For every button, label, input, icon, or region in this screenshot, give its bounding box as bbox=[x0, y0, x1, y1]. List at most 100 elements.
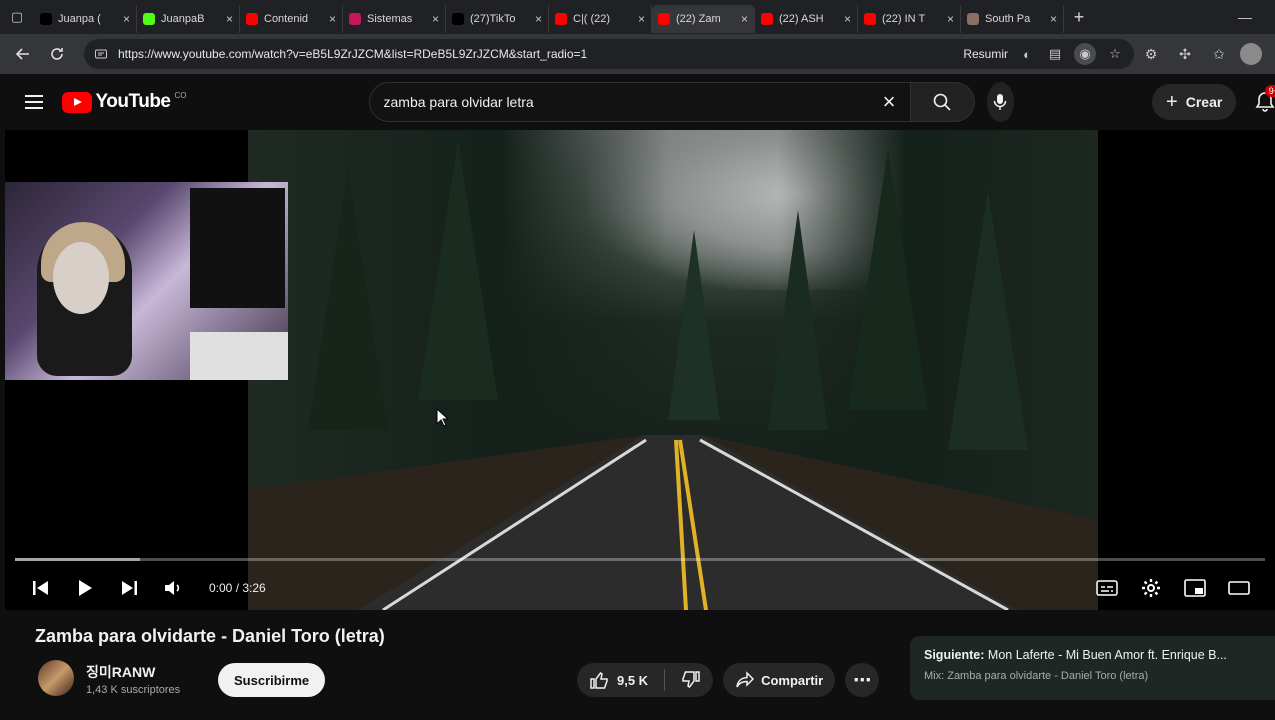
browser-tab[interactable]: C|( (22) × bbox=[549, 5, 652, 33]
browser-tab-strip: ▢ Juanpa (× JuanpaB × Contenid × Sistemas × (27… bbox=[0, 0, 1275, 34]
close-tab-icon[interactable]: × bbox=[844, 12, 851, 26]
summarize-button[interactable]: Resumir bbox=[963, 47, 1008, 61]
tiktok-icon bbox=[40, 13, 52, 25]
up-next-prefix: Siguiente: bbox=[924, 648, 985, 662]
video-frame[interactable] bbox=[248, 130, 1098, 610]
video-actions: 9,5 K Compartir ⋯ bbox=[577, 663, 880, 697]
youtube-icon bbox=[864, 13, 876, 25]
share-button[interactable]: Compartir bbox=[723, 663, 836, 697]
search-input[interactable]: zamba para olvidar letra × bbox=[368, 82, 911, 122]
video-tree bbox=[418, 140, 498, 400]
clear-search-icon[interactable]: × bbox=[883, 91, 896, 113]
youtube-icon bbox=[555, 13, 567, 25]
next-button[interactable] bbox=[107, 568, 151, 608]
subscribe-button[interactable]: Suscribirme bbox=[218, 663, 326, 697]
notification-badge: 9+ bbox=[1264, 85, 1275, 97]
previous-button[interactable] bbox=[19, 568, 63, 608]
theater-icon bbox=[1228, 581, 1250, 595]
up-next-card[interactable]: Siguiente: Mon Laferte - Mi Buen Amor ft… bbox=[910, 636, 1275, 700]
new-tab-button[interactable]: + bbox=[1064, 0, 1094, 34]
back-button[interactable] bbox=[6, 37, 40, 71]
reload-button[interactable] bbox=[40, 37, 74, 71]
mute-button[interactable] bbox=[151, 568, 195, 608]
close-tab-icon[interactable]: × bbox=[123, 12, 130, 26]
reload-icon bbox=[51, 48, 63, 60]
youtube-play-icon bbox=[61, 91, 92, 113]
profile-avatar[interactable] bbox=[1240, 43, 1262, 65]
like-count[interactable]: 9,5 K bbox=[617, 673, 648, 688]
omnibox[interactable]: https://www.youtube.com/watch?v=eB5L9ZrJ… bbox=[84, 39, 1134, 69]
webcam-overlay bbox=[5, 182, 288, 380]
site-info-icon[interactable] bbox=[94, 47, 108, 61]
close-tab-icon[interactable]: × bbox=[947, 12, 954, 26]
tab-actions-icon[interactable]: ▢ bbox=[0, 0, 34, 34]
youtube-logo[interactable]: YouTube CO bbox=[61, 90, 187, 113]
url-text[interactable]: https://www.youtube.com/watch?v=eB5L9ZrJ… bbox=[118, 47, 953, 61]
minimize-window-button[interactable]: — bbox=[1215, 0, 1275, 34]
close-tab-icon[interactable]: × bbox=[741, 12, 748, 26]
channel-avatar[interactable] bbox=[38, 660, 74, 696]
tracking-prevention-icon[interactable]: ◉ bbox=[1074, 43, 1096, 65]
notifications-button[interactable]: 9+ bbox=[1254, 85, 1275, 117]
close-tab-icon[interactable]: × bbox=[329, 12, 336, 26]
miniplayer-icon bbox=[1184, 579, 1206, 597]
settings-button[interactable] bbox=[1129, 568, 1173, 608]
like-icon[interactable] bbox=[589, 670, 609, 690]
browser-tab-label: Sistemas bbox=[367, 13, 413, 25]
favorites-icon[interactable]: ✩ bbox=[1202, 37, 1236, 71]
dislike-icon[interactable] bbox=[681, 670, 701, 690]
miniplayer-button[interactable] bbox=[1173, 568, 1217, 608]
channel-name[interactable]: 징미RANW bbox=[86, 662, 155, 682]
translate-icon[interactable]: ◐ bbox=[1018, 47, 1036, 62]
theater-mode-button[interactable] bbox=[1217, 568, 1261, 608]
subtitles-button[interactable] bbox=[1085, 568, 1129, 608]
search-icon bbox=[933, 93, 951, 111]
menu-icon[interactable] bbox=[20, 82, 48, 122]
close-tab-icon[interactable]: × bbox=[535, 12, 542, 26]
youtube-icon bbox=[761, 13, 773, 25]
play-icon bbox=[79, 580, 92, 596]
browser-tab-label: (22) ASH bbox=[779, 13, 824, 25]
subtitles-icon bbox=[1096, 580, 1118, 596]
browser-tab[interactable]: (22) IN T × bbox=[858, 5, 961, 33]
close-tab-icon[interactable]: × bbox=[638, 12, 645, 26]
browser-tab[interactable]: (22) ASH × bbox=[755, 5, 858, 33]
close-tab-icon[interactable]: × bbox=[226, 12, 233, 26]
browser-tab-label: JuanpaB bbox=[161, 13, 205, 25]
browser-tab-label: (22) IN T bbox=[882, 13, 926, 25]
browser-tab[interactable]: South Pa × bbox=[961, 5, 1064, 33]
browser-tab[interactable]: Contenid × bbox=[240, 5, 343, 33]
favorite-star-icon[interactable]: ☆ bbox=[1106, 46, 1124, 62]
browser-tab[interactable]: JuanpaB × bbox=[137, 5, 240, 33]
share-icon bbox=[736, 671, 755, 688]
reader-mode-icon[interactable]: ▤ bbox=[1046, 46, 1064, 62]
tab-list: Juanpa (× JuanpaB × Contenid × Sistemas × (27)T… bbox=[34, 1, 1064, 33]
search-button[interactable] bbox=[910, 82, 975, 122]
time-display: 0:00 / 3:26 bbox=[209, 581, 266, 595]
address-bar-row: https://www.youtube.com/watch?v=eB5L9ZrJ… bbox=[0, 34, 1275, 74]
progress-bar[interactable] bbox=[15, 558, 1265, 561]
video-tree bbox=[948, 190, 1028, 450]
browser-tab[interactable]: Sistemas × bbox=[343, 5, 446, 33]
player-right-controls bbox=[1085, 568, 1261, 608]
close-tab-icon[interactable]: × bbox=[1050, 12, 1057, 26]
create-button[interactable]: + Crear bbox=[1152, 84, 1237, 120]
voice-search-button[interactable] bbox=[986, 82, 1015, 122]
search-query[interactable]: zamba para olvidar letra bbox=[384, 94, 883, 110]
video-player[interactable]: 0:00 / 3:26 bbox=[5, 130, 1275, 610]
browser-tab-label: South Pa bbox=[985, 13, 1031, 25]
tiktok-icon bbox=[452, 13, 464, 25]
play-button[interactable] bbox=[63, 568, 107, 608]
logo-text: YouTube bbox=[95, 91, 171, 112]
browser-tab[interactable]: (27)TikTo × bbox=[446, 5, 549, 33]
extensions-icon[interactable]: ⚙ bbox=[1134, 37, 1168, 71]
subscriber-count: 1,43 K suscriptores bbox=[86, 684, 181, 696]
browser-tab[interactable]: Juanpa (× bbox=[34, 5, 137, 33]
puzzle-icon[interactable]: ✣ bbox=[1168, 37, 1202, 71]
more-actions-button[interactable]: ⋯ bbox=[845, 663, 880, 697]
close-tab-icon[interactable]: × bbox=[432, 12, 439, 26]
cat-poster bbox=[190, 188, 285, 308]
up-next-title: Mon Laferte - Mi Buen Amor ft. Enrique B… bbox=[987, 648, 1227, 662]
country-code: CO bbox=[174, 90, 187, 100]
browser-tab[interactable]: (22) Zam × bbox=[652, 5, 755, 33]
